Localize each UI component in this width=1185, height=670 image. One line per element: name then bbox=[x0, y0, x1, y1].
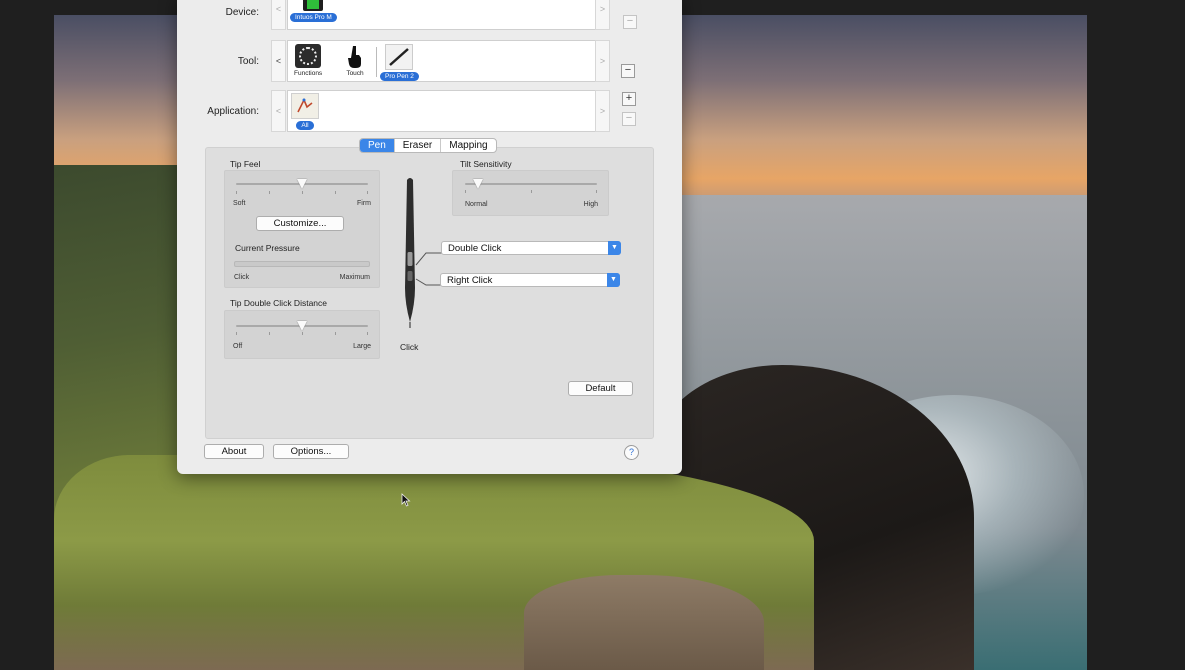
tool-functions[interactable]: Functions bbox=[294, 44, 322, 77]
device-prev-arrow[interactable]: < bbox=[271, 0, 286, 30]
tool-prev-arrow[interactable]: < bbox=[271, 40, 286, 82]
tool-remove-button[interactable]: − bbox=[621, 64, 635, 78]
default-button[interactable]: Default bbox=[568, 381, 633, 396]
upper-side-button-value: Double Click bbox=[448, 243, 502, 254]
current-pressure-max-label: Maximum bbox=[339, 274, 370, 281]
touch-hand-icon bbox=[342, 44, 368, 68]
tool-touch-caption: Touch bbox=[346, 70, 364, 77]
tilt-sensitivity-group: Normal High bbox=[452, 170, 609, 216]
current-pressure-title: Current Pressure bbox=[235, 243, 300, 253]
tool-functions-caption: Functions bbox=[294, 70, 323, 77]
mouse-pointer-icon bbox=[401, 493, 411, 507]
tilt-sensitivity-title: Tilt Sensitivity bbox=[460, 159, 512, 169]
selected-tool-badge: Pro Pen 2 bbox=[380, 72, 419, 81]
tilt-sensitivity-min-label: Normal bbox=[465, 201, 488, 208]
tip-double-click-slider-thumb[interactable] bbox=[297, 321, 307, 331]
device-label: Device: bbox=[225, 7, 259, 18]
tilt-sensitivity-track bbox=[465, 183, 597, 185]
application-all[interactable]: All bbox=[291, 93, 319, 130]
tip-label: Click bbox=[400, 342, 419, 352]
device-badge: Intuos Pro M bbox=[290, 13, 337, 22]
tool-strip: Functions Touch Pro Pen 2 bbox=[287, 40, 597, 82]
tip-feel-min-label: Soft bbox=[233, 200, 246, 207]
lower-side-button-value: Right Click bbox=[447, 275, 493, 286]
tip-feel-title: Tip Feel bbox=[230, 159, 261, 169]
tip-feel-slider-thumb[interactable] bbox=[297, 179, 307, 189]
wacom-tablet-preferences-window: Device: < Intuos Pro M > − Tool: < Funct… bbox=[177, 0, 682, 474]
tip-double-click-title: Tip Double Click Distance bbox=[230, 298, 327, 308]
current-pressure-bar bbox=[234, 261, 370, 267]
application-add-button[interactable]: + bbox=[622, 92, 636, 106]
all-applications-icon bbox=[291, 93, 319, 119]
application-prev-arrow[interactable]: < bbox=[271, 90, 286, 132]
device-tile[interactable]: Intuos Pro M bbox=[290, 0, 337, 22]
application-remove-button[interactable]: − bbox=[622, 112, 636, 126]
tip-feel-group: Soft Firm Customize... Current Pressure … bbox=[224, 170, 380, 288]
customize-button[interactable]: Customize... bbox=[256, 216, 344, 231]
tip-double-click-min-label: Off bbox=[233, 343, 243, 350]
lower-side-button-select[interactable]: Right Click ▼ bbox=[440, 273, 620, 287]
about-button[interactable]: About bbox=[204, 444, 264, 459]
help-button[interactable]: ? bbox=[624, 445, 639, 460]
tilt-sensitivity-max-label: High bbox=[583, 201, 598, 208]
device-next-arrow[interactable]: > bbox=[595, 0, 610, 30]
tool-divider bbox=[376, 47, 377, 77]
functions-icon bbox=[295, 44, 322, 68]
application-strip: All bbox=[287, 90, 597, 132]
current-pressure-min-label: Click bbox=[234, 274, 250, 281]
pen-settings-panel: Tip Feel Soft Firm Customize... Current … bbox=[205, 147, 654, 439]
tool-pro-pen-2[interactable]: Pro Pen 2 bbox=[380, 44, 419, 81]
pen-icon bbox=[385, 44, 414, 70]
chevron-down-icon: ▼ bbox=[607, 273, 620, 287]
tip-feel-max-label: Firm bbox=[357, 200, 371, 207]
tilt-sensitivity-slider-thumb[interactable] bbox=[473, 179, 484, 189]
tab-mapping[interactable]: Mapping bbox=[441, 139, 495, 152]
chevron-down-icon: ▼ bbox=[608, 241, 621, 255]
tool-next-arrow[interactable]: > bbox=[595, 40, 610, 82]
tab-eraser[interactable]: Eraser bbox=[395, 139, 442, 152]
application-next-arrow[interactable]: > bbox=[595, 90, 610, 132]
tab-pen[interactable]: Pen bbox=[360, 139, 395, 152]
tool-touch[interactable]: Touch bbox=[342, 44, 368, 77]
foreground-rock bbox=[524, 575, 764, 670]
upper-side-button-select[interactable]: Double Click ▼ bbox=[441, 241, 621, 255]
tool-label: Tool: bbox=[237, 56, 259, 67]
device-remove-button[interactable]: − bbox=[623, 15, 637, 29]
tablet-icon bbox=[303, 0, 324, 11]
device-strip: Intuos Pro M bbox=[287, 0, 597, 30]
application-label: Application: bbox=[207, 106, 259, 117]
application-badge: All bbox=[296, 121, 314, 130]
options-button[interactable]: Options... bbox=[273, 444, 349, 459]
tip-double-click-group: Off Large bbox=[224, 310, 380, 359]
tip-double-click-max-label: Large bbox=[353, 343, 371, 350]
settings-tabs: Pen Eraser Mapping bbox=[359, 138, 497, 153]
